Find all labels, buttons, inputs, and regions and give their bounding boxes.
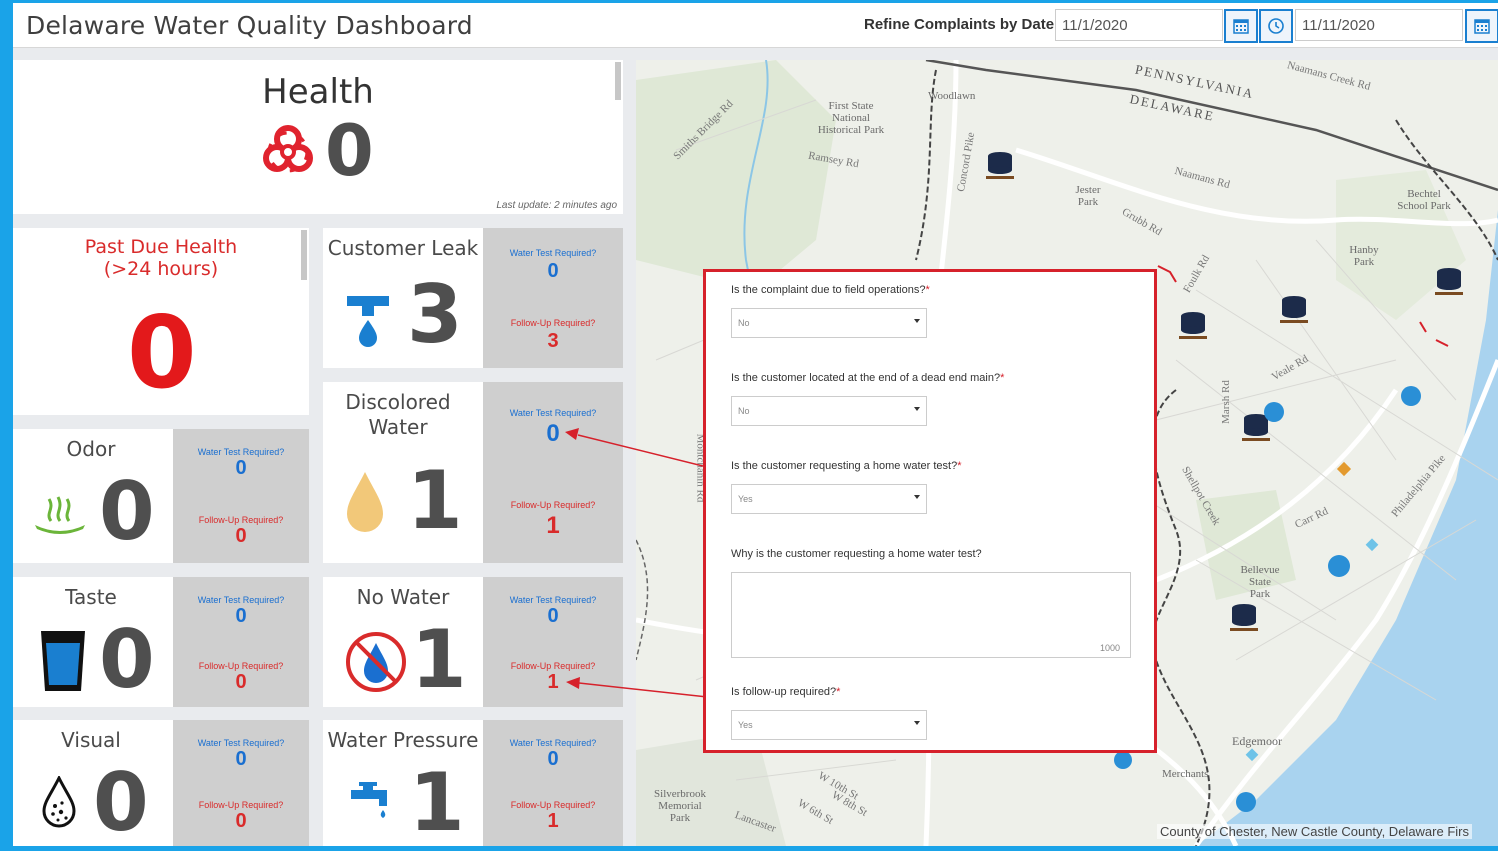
- q1-select[interactable]: No: [731, 308, 927, 338]
- chevron-down-icon: [914, 407, 920, 411]
- q2-label: Is the customer located at the end of a …: [731, 372, 1005, 384]
- map-attribution: County of Chester, New Castle County, De…: [1157, 824, 1472, 839]
- dashboard-frame: Delaware Water Quality Dashboard Refine …: [13, 3, 1498, 846]
- char-count: 1000: [1099, 643, 1120, 653]
- q3-label: Is the customer requesting a home water …: [731, 460, 962, 472]
- q2-select[interactable]: No: [731, 396, 927, 426]
- reason-textarea[interactable]: 1000: [731, 572, 1131, 658]
- q1-label: Is the complaint due to field operations…: [731, 284, 930, 296]
- q4-label: Why is the customer requesting a home wa…: [731, 548, 982, 560]
- q5-select[interactable]: Yes: [731, 710, 927, 740]
- q3-select[interactable]: Yes: [731, 484, 927, 514]
- q5-label: Is follow-up required?*: [731, 686, 841, 698]
- chevron-down-icon: [914, 495, 920, 499]
- chevron-down-icon: [914, 721, 920, 725]
- complaint-form-dialog: Is the complaint due to field operations…: [703, 269, 1157, 753]
- chevron-down-icon: [914, 319, 920, 323]
